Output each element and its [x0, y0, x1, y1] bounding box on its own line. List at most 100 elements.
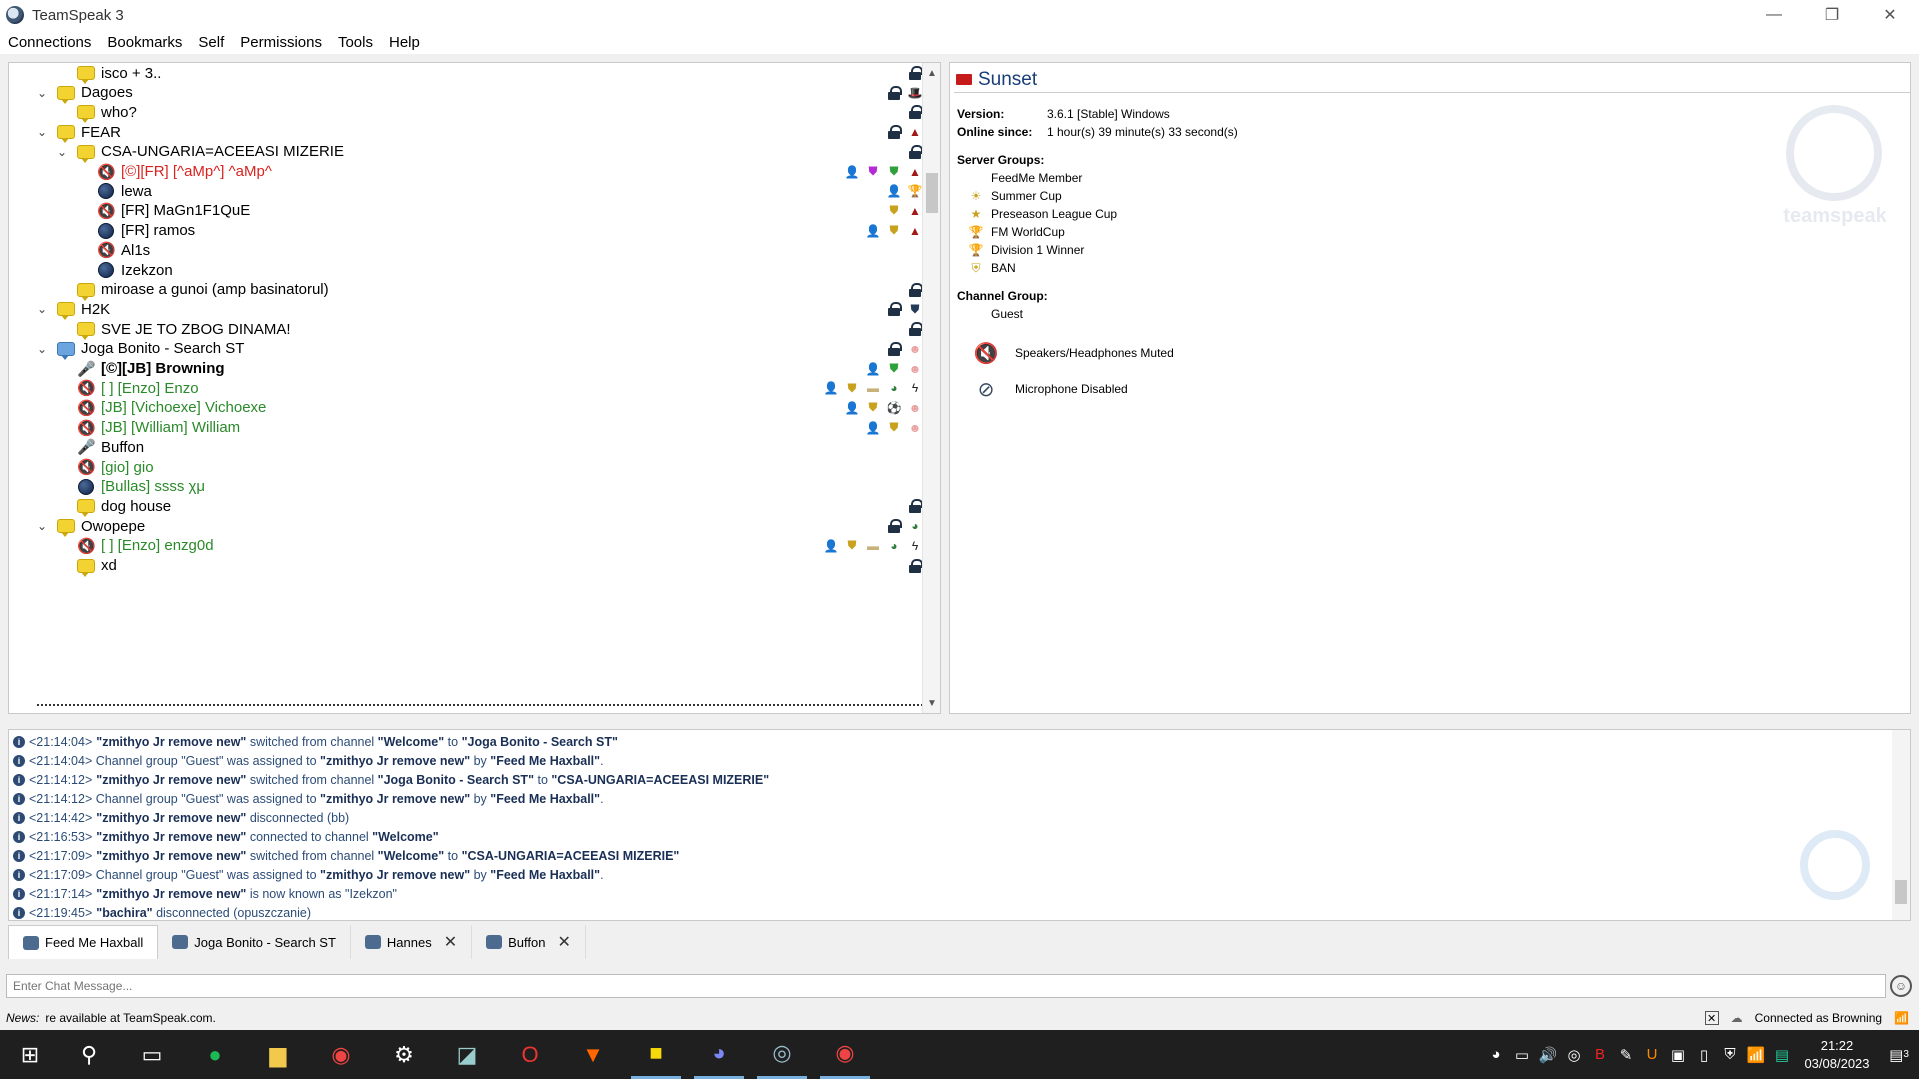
file-explorer-icon[interactable]: ▆: [253, 1030, 303, 1079]
tree-scroll-thumb[interactable]: [926, 173, 938, 213]
close-tab-icon[interactable]: ✕: [444, 932, 457, 952]
lock-icon: [885, 340, 903, 358]
log-text: to: [534, 772, 552, 787]
close-window-button[interactable]: ✕: [1861, 0, 1919, 30]
phone-icon[interactable]: ▯: [1691, 1030, 1717, 1079]
chrome-profile-icon[interactable]: ◉: [820, 1030, 870, 1079]
menu-permissions[interactable]: Permissions: [232, 34, 330, 51]
maximize-button[interactable]: ❐: [1803, 0, 1861, 30]
notifications-icon[interactable]: ▤ 3: [1879, 1030, 1919, 1079]
scroll-up-icon[interactable]: ▲: [923, 65, 940, 81]
row-status-glyph: 🎤: [77, 439, 96, 457]
log-entry: i <21:14:04> "zmithyo Jr remove new" switc…: [13, 732, 618, 751]
row-status-glyph: [98, 262, 114, 278]
opera-icon[interactable]: O: [505, 1030, 555, 1079]
minimize-button[interactable]: —: [1745, 0, 1803, 30]
menu-tools[interactable]: Tools: [330, 34, 381, 51]
expand-arrow-icon[interactable]: ⌄: [35, 86, 49, 100]
speaker-muted-icon: 🔇: [77, 399, 96, 417]
lock-icon: [885, 300, 903, 318]
tab-buffon[interactable]: Buffon ✕: [472, 925, 586, 959]
gold-shield-icon: ⛊: [847, 538, 857, 553]
chrome-icon[interactable]: ◉: [316, 1030, 366, 1079]
green-shield-icon: ⛊: [889, 361, 899, 375]
log-timestamp: <21:16:53>: [29, 829, 93, 844]
search-icon[interactable]: ⚲: [64, 1030, 114, 1079]
row-badges: 👤 ⛊ ▬ ◕ ϟ: [822, 379, 924, 397]
tab-feed-me-haxball[interactable]: Feed Me Haxball: [8, 925, 159, 959]
bitdefender-icon[interactable]: B: [1587, 1030, 1613, 1079]
log-highlight: "zmithyo Jr remove new": [96, 734, 247, 749]
menu-connections[interactable]: Connections: [0, 34, 99, 51]
security-icon[interactable]: ⛨: [1717, 1030, 1743, 1079]
row-status-glyph: [57, 85, 75, 104]
menu-help[interactable]: Help: [381, 34, 428, 51]
spotify-icon[interactable]: ●: [190, 1030, 240, 1079]
log-entry: i <21:14:12> Channel group "Guest" was as…: [13, 789, 604, 808]
epic-icon[interactable]: ▣: [1665, 1030, 1691, 1079]
network-icon[interactable]: 📶: [1743, 1030, 1769, 1079]
start-icon[interactable]: ⊞: [5, 1030, 55, 1079]
teamspeak-tray-icon[interactable]: ◎: [1561, 1030, 1587, 1079]
expand-arrow-icon[interactable]: ⌄: [55, 145, 69, 159]
emoticon-icon[interactable]: ☺: [1890, 975, 1912, 997]
notepad-icon[interactable]: ◪: [442, 1030, 492, 1079]
ubisoft-icon[interactable]: U: [1639, 1030, 1665, 1079]
log-highlight: "bachira": [96, 905, 153, 920]
log-scrollbar[interactable]: [1892, 730, 1910, 920]
online-value: 1 hour(s) 39 minute(s) 33 second(s): [1047, 125, 1238, 139]
server-group-row: 🏆 Division 1 Winner: [969, 241, 1238, 259]
channel-icon: [57, 123, 75, 144]
discord-tray-icon[interactable]: ◕: [1483, 1030, 1509, 1079]
discord-icon[interactable]: ◕: [694, 1030, 744, 1079]
battery-icon[interactable]: ▭: [1509, 1030, 1535, 1079]
server-flag-icon: [956, 74, 972, 85]
log-text: to: [444, 848, 462, 863]
expand-arrow-icon[interactable]: ⌄: [35, 125, 49, 139]
user-name: [FR] ramos: [121, 222, 196, 240]
cloud-icon: ☁: [1730, 1011, 1743, 1025]
info-icon: i: [13, 792, 25, 805]
channel-icon: [77, 320, 95, 341]
pen-icon[interactable]: ✎: [1613, 1030, 1639, 1079]
menu-bookmarks[interactable]: Bookmarks: [99, 34, 190, 51]
settings-icon[interactable]: ⚙: [379, 1030, 429, 1079]
channel-row[interactable]: xd: [9, 554, 924, 578]
tree-scrollbar[interactable]: ▲ ▼: [922, 63, 940, 713]
close-news-icon[interactable]: ✕: [1704, 1011, 1719, 1025]
channel-name: CSA-UNGARIA=ACEEASI MIZERIE: [101, 143, 344, 161]
chat-message-input[interactable]: [6, 974, 1886, 998]
teamspeak-taskbar-icon[interactable]: ◎: [757, 1030, 807, 1079]
log-scroll-thumb[interactable]: [1895, 880, 1907, 904]
gold-shield-icon: ⛊: [889, 223, 899, 238]
log-text: by: [470, 791, 491, 806]
status-mic-disabled: ⊘ Microphone Disabled: [971, 371, 1238, 407]
server-group-row: ⛨ BAN: [969, 259, 1238, 277]
close-tab-icon[interactable]: ✕: [558, 932, 571, 952]
teamspeak-logo-icon: [6, 6, 24, 24]
language-icon[interactable]: ▤: [1769, 1030, 1795, 1079]
channel-name: Joga Bonito - Search ST: [81, 340, 245, 358]
row-status-glyph: [57, 341, 75, 360]
volume-icon[interactable]: 🔊: [1535, 1030, 1561, 1079]
menu-self[interactable]: Self: [190, 34, 232, 51]
brave-icon[interactable]: ▼: [568, 1030, 618, 1079]
tab-joga-bonito[interactable]: Joga Bonito - Search ST: [158, 925, 351, 959]
clock-date: 03/08/2023: [1804, 1055, 1870, 1071]
server-group-icon: 🏆: [968, 243, 984, 257]
log-highlight: "CSA-UNGARIA=ACEEASI MIZERIE": [461, 848, 680, 863]
speaker-muted-icon: 🔇: [97, 202, 116, 220]
log-timestamp: <21:14:12>: [29, 791, 93, 806]
speaker-muted-icon: 🔇: [77, 537, 96, 555]
expand-arrow-icon[interactable]: ⌄: [35, 342, 49, 356]
row-status-glyph: [57, 125, 75, 144]
scroll-down-icon[interactable]: ▼: [923, 695, 940, 711]
lock-glyph: [909, 499, 923, 514]
log-highlight: "CSA-UNGARIA=ACEEASI MIZERIE": [551, 772, 770, 787]
expand-arrow-icon[interactable]: ⌄: [35, 519, 49, 533]
clock[interactable]: 21:22 03/08/2023: [1795, 1037, 1879, 1073]
task-view-icon[interactable]: ▭: [127, 1030, 177, 1079]
sticky-notes-icon[interactable]: ■: [631, 1030, 681, 1079]
expand-arrow-icon[interactable]: ⌄: [35, 302, 49, 316]
tab-hannes[interactable]: Hannes ✕: [350, 925, 473, 959]
